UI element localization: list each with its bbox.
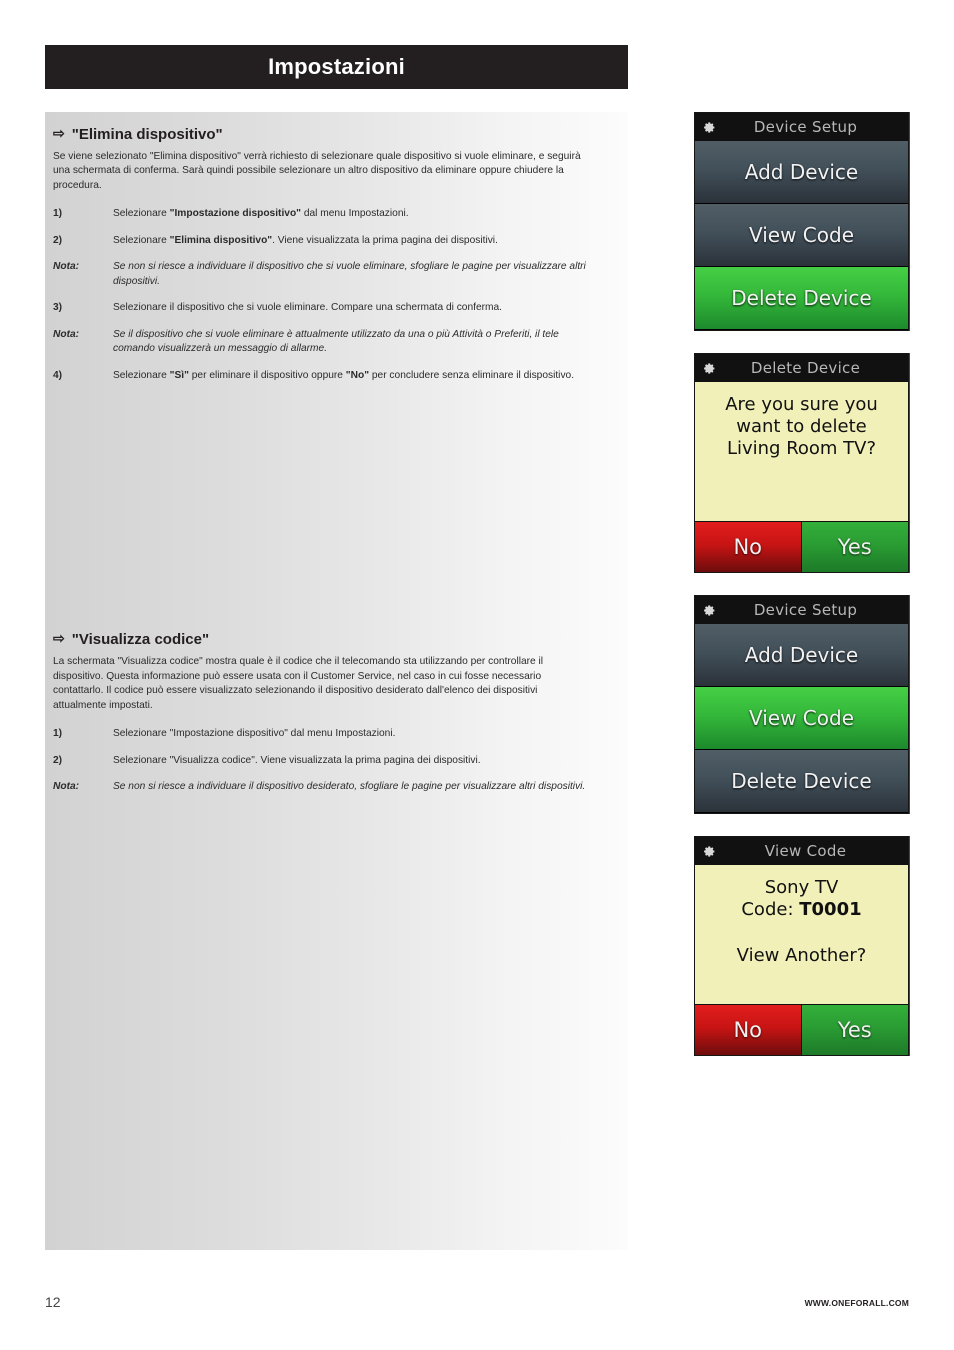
device-screen-title: Device Setup (753, 118, 858, 136)
section-intro-paragraph: La schermata "Visualizza codice" mostra … (53, 656, 544, 711)
device-menu-item-label: Add Device (744, 160, 859, 184)
step-text: Selezionare "Elimina dispositivo". Viene… (113, 234, 498, 246)
content-sections: ⇨ "Elimina dispositivo" Se viene seleziona… (45, 112, 628, 795)
view-another-prompt: View Another? (736, 944, 867, 966)
no-button[interactable]: No (695, 522, 802, 572)
step-text: Selezionare il dispositivo che si vuole … (113, 302, 503, 314)
note-label: Nota: (53, 328, 80, 340)
note-row: Nota: Se non si riesce a individuare il d… (53, 780, 610, 794)
step-text: Selezionare "Impostazione dispositivo" d… (113, 728, 396, 740)
device-screen: Delete Device Are you sure you want to del… (694, 353, 909, 573)
code-device-name: Sony TV (764, 877, 839, 898)
device-menu-item[interactable]: Delete Device (695, 750, 908, 813)
device-menu-item[interactable]: Delete Device (695, 267, 908, 330)
note-label: Nota: (53, 261, 80, 273)
step-number: 4) (53, 369, 63, 381)
section-heading: ⇨ "Visualizza codice" (53, 631, 610, 648)
step-row: 1) Selezionare "Impostazione dispositivo"… (53, 207, 610, 221)
device-screen-titlebar: View Code (695, 837, 908, 865)
device-screen-title: Delete Device (750, 359, 861, 377)
footer-website: WWW.ONEFORALL.COM (804, 1298, 909, 1308)
doc-section: ⇨ "Elimina dispositivo" Se viene seleziona… (53, 126, 610, 383)
device-screens-column: Device Setup Add Device View Code Delete De… (694, 112, 909, 1078)
device-screen-body: Are you sure you want to delete Living Roo… (695, 382, 908, 522)
confirm-message-line: Are you sure you (725, 394, 878, 415)
device-menu-item[interactable]: View Code (695, 204, 908, 267)
step-number: 3) (53, 302, 63, 314)
device-screen: Device Setup Add Device View Code Delete De… (694, 112, 909, 331)
step-text: Selezionare "Impostazione dispositivo" d… (113, 208, 409, 220)
device-menu-item-label: View Code (748, 223, 855, 247)
device-menu-item-label: Add Device (744, 643, 859, 667)
device-screen-buttons: No Yes (695, 522, 908, 572)
yes-button[interactable]: Yes (801, 522, 908, 572)
gear-icon (703, 604, 716, 617)
device-screen-titlebar: Delete Device (695, 354, 908, 382)
step-number: 2) (53, 234, 63, 246)
section-intro-paragraph: Se viene selezionato "Elimina dispositiv… (53, 151, 581, 191)
device-screen-body: Sony TV Code: T0001 View Another? (695, 865, 908, 1005)
code-label: Code: (741, 898, 794, 920)
step-number: 1) (53, 208, 63, 220)
device-screen: Device Setup Add Device View Code Delete De… (694, 595, 909, 814)
arrow-bullet-icon: ⇨ (53, 630, 65, 647)
device-menu-item-label: View Code (748, 706, 855, 730)
step-row: 2) Selezionare "Visualizza codice". Viene… (53, 754, 610, 768)
yes-button[interactable]: Yes (801, 1005, 908, 1055)
section-heading: ⇨ "Elimina dispositivo" (53, 126, 610, 143)
note-text: Se il dispositivo che si vuole eliminare… (113, 328, 559, 355)
gear-icon (703, 121, 716, 134)
step-number: 1) (53, 728, 63, 740)
note-row: Nota: Se non si riesce a individuare il d… (53, 260, 610, 289)
confirm-message-line: Living Room TV? (726, 437, 877, 459)
section-heading-label: "Visualizza codice" (71, 631, 210, 649)
arrow-bullet-icon: ⇨ (53, 125, 65, 141)
gear-icon (703, 845, 716, 858)
page-header-bar: Impostazioni (45, 45, 628, 89)
gear-icon (703, 362, 716, 375)
device-screen: View Code Sony TV Code: T0001 View Another?… (694, 836, 909, 1056)
code-value: T0001 (799, 898, 862, 920)
step-row: 1) Selezionare "Impostazione dispositivo"… (53, 727, 610, 741)
doc-section: ⇨ "Visualizza codice" La schermata "Visual… (53, 631, 610, 794)
step-number: 2) (53, 754, 63, 766)
device-menu-item[interactable]: View Code (695, 687, 908, 750)
device-menu-item-label: Delete Device (731, 286, 872, 310)
note-text: Se non si riesce a individuare il dispos… (113, 261, 586, 287)
footer-page-number: 12 (45, 1294, 61, 1310)
device-menu-item-label: Delete Device (731, 769, 872, 793)
device-menu-item[interactable]: Add Device (695, 141, 908, 204)
step-text: Selezionare "Visualizza codice". Viene v… (113, 754, 481, 766)
step-text: Selezionare "Sì" per eliminare il dispos… (113, 369, 575, 381)
no-button[interactable]: No (695, 1005, 802, 1055)
step-row: 4) Selezionare "Sì" per eliminare il disp… (53, 369, 610, 383)
step-row: 2) Selezionare "Elimina dispositivo". Vie… (53, 234, 610, 248)
content-panel: ⇨ "Elimina dispositivo" Se viene seleziona… (45, 112, 628, 1250)
device-screen-titlebar: Device Setup (695, 113, 908, 141)
note-row: Nota: Se il dispositivo che si vuole elim… (53, 328, 610, 357)
device-screen-title: Device Setup (753, 601, 858, 619)
note-label: Nota: (53, 781, 80, 793)
section-heading-label: "Elimina dispositivo" (71, 126, 223, 143)
confirm-message-line: want to delete (736, 415, 867, 437)
code-value-row: Code: T0001 (701, 899, 902, 921)
page-title: Impostazioni (268, 54, 405, 79)
note-text: Se non si riesce a individuare il dispos… (113, 781, 586, 793)
step-row: 3) Selezionare il dispositivo che si vuol… (53, 301, 610, 315)
device-screen-titlebar: Device Setup (695, 596, 908, 624)
device-screen-buttons: No Yes (695, 1005, 908, 1055)
device-menu-item[interactable]: Add Device (695, 624, 908, 687)
device-screen-title: View Code (764, 842, 847, 860)
